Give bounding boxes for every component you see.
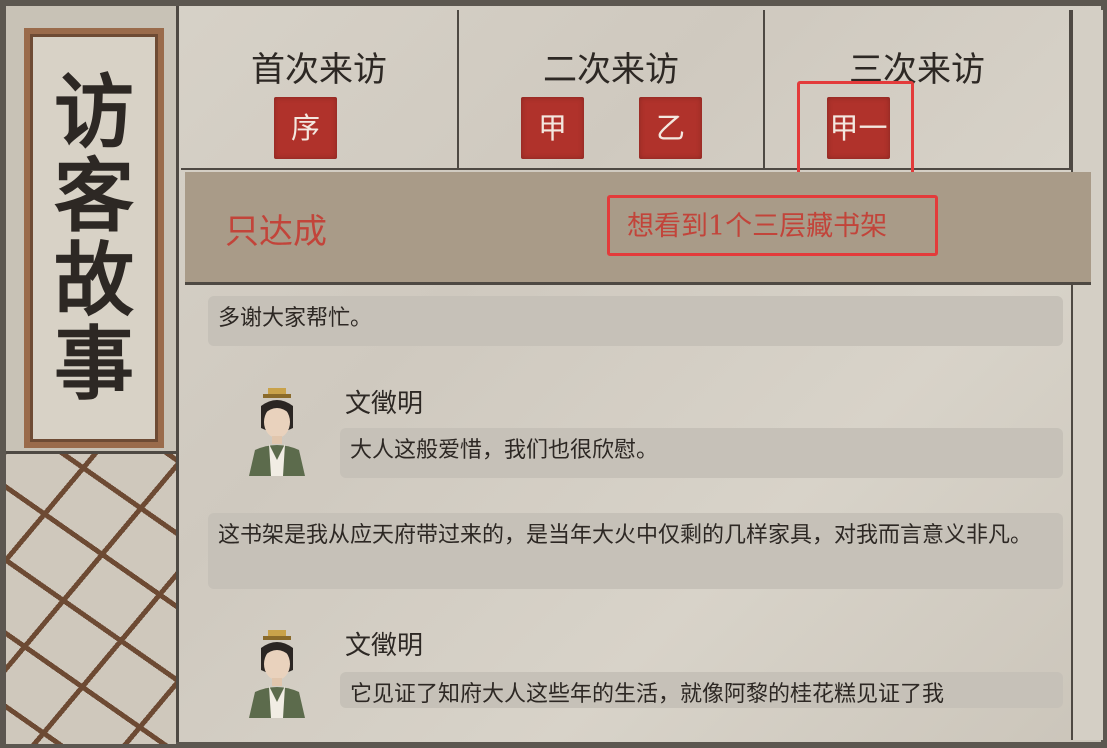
stamp-highlight-box [797, 81, 914, 177]
title-char: 客 [54, 149, 134, 243]
stamp-button-xu[interactable]: 序 [274, 97, 337, 159]
title-plaque: 访 客 故 事 [24, 28, 164, 448]
stamp-button-yi[interactable]: 乙 [639, 97, 702, 159]
title-char: 故 [54, 233, 134, 327]
condition-label: 只达成 [225, 212, 327, 252]
title-char: 事 [54, 317, 134, 411]
visit-tabs: 首次来访 序 二次来访 甲 乙 三次来访 甲一 [181, 10, 1071, 170]
wen-zhengming-avatar-icon [249, 388, 305, 476]
right-border-strip [1071, 10, 1103, 740]
speaker-name: 文徵明 [345, 631, 424, 661]
stamp-button-jia[interactable]: 甲 [521, 97, 584, 159]
lattice-decoration [6, 451, 176, 744]
dialog-line: 这书架是我从应天府带过来的，是当年大火中仅剩的几样家具，对我而言意义非凡。 [208, 513, 1063, 589]
dialog-line: 多谢大家帮忙。 [208, 296, 1063, 346]
dialog-reply: 它见证了知府大人这些年的生活，就像阿黎的桂花糕见证了我 [340, 672, 1063, 708]
tab-title: 首次来访 [251, 50, 387, 90]
left-panel: 访 客 故 事 [6, 6, 179, 744]
tab-second-visit[interactable]: 二次来访 甲 乙 [459, 10, 765, 168]
title-plaque-inner: 访 客 故 事 [30, 34, 158, 442]
dialog-reply: 大人这般爱惜，我们也很欣慰。 [340, 428, 1063, 478]
wen-zhengming-avatar-icon [249, 630, 305, 718]
requirement-highlight-box [607, 195, 938, 256]
tab-first-visit[interactable]: 首次来访 序 [181, 10, 459, 168]
speaker-name: 文徵明 [345, 389, 424, 419]
tab-title: 二次来访 [543, 50, 679, 90]
title-char: 访 [54, 65, 134, 159]
